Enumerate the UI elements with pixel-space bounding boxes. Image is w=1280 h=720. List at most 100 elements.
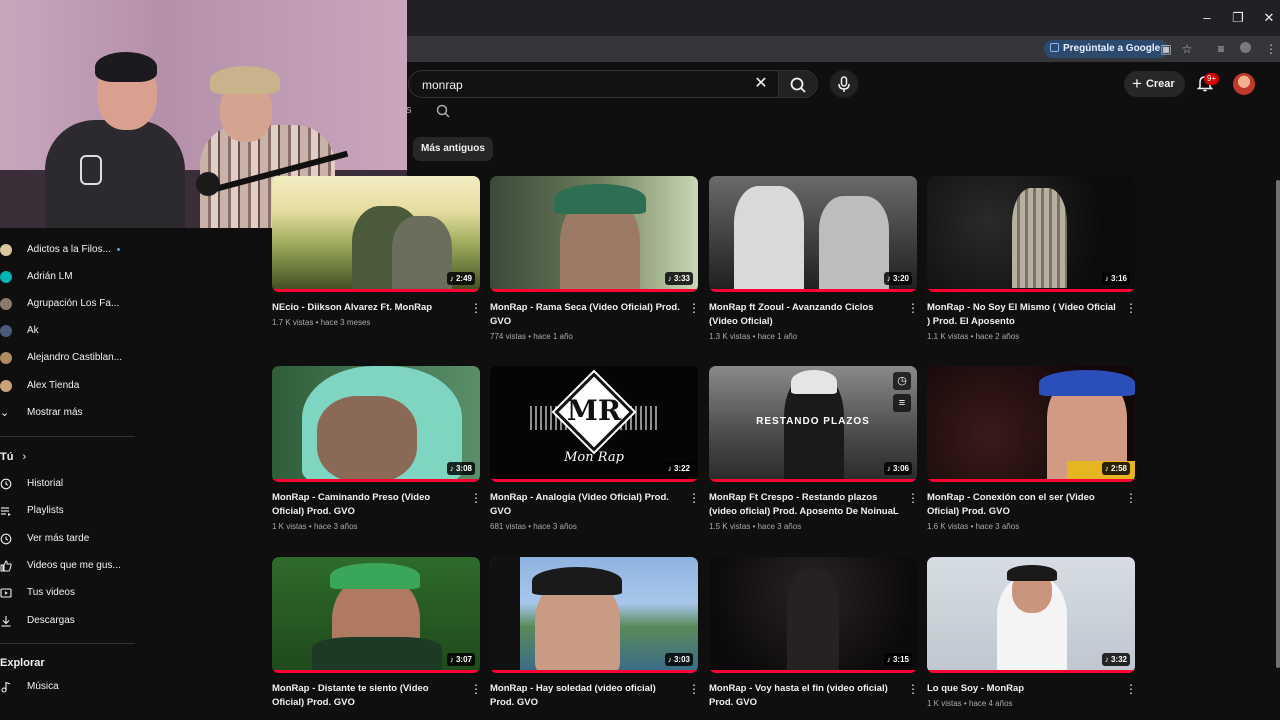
video-thumbnail[interactable]: ♪ 3:15 [709,557,917,673]
video-title[interactable]: MonRap ft Zooul - Avanzando Ciclos (Vide… [709,301,899,329]
sidebar-item-history[interactable]: Historial [0,470,135,497]
video-thumbnail[interactable]: RESTANDO PLAZOS ◷ ≡ ♪ 3:06 [709,366,917,482]
video-meta: 774 vistas • hace 1 año [490,332,573,341]
duration-badge: ♪ 2:58 [1101,462,1130,475]
sidebar-item-watch-later[interactable]: Ver más tarde [0,525,135,552]
video-card[interactable]: ♪ 3:20 MonRap ft Zooul - Avanzando Ciclo… [709,176,919,341]
more-options-icon[interactable]: ⋮ [1125,301,1137,315]
video-thumbnail[interactable]: ♪ 2:58 [927,366,1135,482]
sidebar-item-downloads[interactable]: Descargas [0,607,135,634]
sidebar-subscription[interactable]: Adrián LM [0,263,135,290]
video-meta: 681 vistas • hace 3 años [490,522,577,531]
sidebar-item-liked[interactable]: Videos que me gus... [0,552,135,579]
watch-later-icon[interactable]: ◷ [893,372,911,390]
sidebar-item-your-videos[interactable]: Tus videos [0,579,135,606]
video-thumbnail[interactable]: ♪ 3:32 [927,557,1135,673]
video-card[interactable]: ♪ 3:07 MonRap - Distante te siento (Vide… [272,557,482,710]
video-card[interactable]: ♪ 3:16 MonRap - No Soy El Mismo ( Video … [927,176,1137,341]
video-meta: 1 K vistas • hace 4 años [927,699,1013,708]
video-card[interactable]: ♪ 2:58 MonRap - Conexión con el ser (Vid… [927,366,1137,531]
video-title[interactable]: MonRap - Conexión con el ser (Video Ofic… [927,491,1117,519]
video-card[interactable]: ♪ 3:32 Lo que Soy - MonRap 1 K vistas • … [927,557,1137,708]
more-options-icon[interactable]: ⋮ [907,491,919,505]
add-to-queue-icon[interactable]: ≡ [893,394,911,412]
bookmark-star-icon[interactable]: ☆ [1178,40,1196,58]
video-card[interactable]: ♪ 2:49 NEcio - Diikson Alvarez Ft. MonRa… [272,176,482,327]
restore-icon[interactable]: ❐ [1230,10,1246,26]
video-thumbnail[interactable]: ♪ 3:20 [709,176,917,292]
sidebar-item-label: Ver más tarde [27,533,90,544]
sidebar-subscription[interactable]: Agrupación Los Fa... [0,290,135,317]
watched-progress-bar [927,289,1135,292]
create-label: Crear [1145,78,1175,90]
video-thumbnail[interactable]: ♪ 3:03 [490,557,698,673]
more-options-icon[interactable]: ⋮ [688,682,700,696]
more-options-icon[interactable]: ⋮ [470,682,482,696]
video-title[interactable]: Lo que Soy - MonRap [927,682,1117,696]
video-card[interactable]: ♪ 3:08 MonRap - Caminando Preso (Video O… [272,366,482,531]
video-title[interactable]: MonRap - Analogía (Video Oficial) Prod. … [490,491,680,519]
channel-search-icon[interactable] [434,102,452,120]
channel-avatar [0,270,12,283]
video-thumbnail[interactable]: ♪ 3:07 [272,557,480,673]
menu-dots-icon[interactable]: ⋮ [1262,40,1280,58]
video-title[interactable]: MonRap - Hay soledad (video oficial) Pro… [490,682,680,710]
video-card[interactable]: ♪ 3:33 MonRap - Rama Seca (Video Oficial… [490,176,700,341]
more-options-icon[interactable]: ⋮ [1125,682,1137,696]
duration-badge: ♪ 2:49 [446,272,475,285]
channel-avatar [0,243,12,256]
video-card[interactable]: ♪ 3:03 MonRap - Hay soledad (video ofici… [490,557,700,710]
create-button[interactable]: + Crear [1124,71,1185,97]
watched-progress-bar [490,670,698,673]
video-title[interactable]: MonRap - Rama Seca (Video Oficial) Prod.… [490,301,680,329]
you-section-heading[interactable]: Tú › [0,451,26,463]
close-window-icon[interactable]: ✕ [1261,10,1277,26]
explore-section-heading: Explorar [0,657,45,669]
video-thumbnail[interactable]: ♪ 3:33 [490,176,698,292]
sidebar-subscription[interactable]: Alejandro Castiblan... [0,344,135,371]
video-thumbnail[interactable]: ♪ 2:49 [272,176,480,292]
chip-oldest[interactable]: Más antiguos [413,137,493,161]
sidebar-subscription[interactable]: Alex Tienda [0,372,135,399]
more-options-icon[interactable]: ⋮ [688,491,700,505]
more-options-icon[interactable]: ⋮ [470,491,482,505]
video-title[interactable]: MonRap Ft Crespo - Restando plazos (vide… [709,491,899,519]
clear-search-icon[interactable]: ✕ [752,75,770,93]
video-card[interactable]: MR Mon Rap ♪ 3:22 MonRap - Analogía (Vid… [490,366,700,531]
video-title[interactable]: MonRap - Caminando Preso (Video Oficial)… [272,491,462,519]
search-input[interactable] [422,76,742,94]
more-options-icon[interactable]: ⋮ [907,682,919,696]
video-title[interactable]: MonRap - Distante te siento (Video Ofici… [272,682,462,710]
video-card[interactable]: RESTANDO PLAZOS ◷ ≡ ♪ 3:06 MonRap Ft Cre… [709,366,919,531]
search-button[interactable] [778,70,818,98]
sidebar-item-playlists[interactable]: Playlists [0,497,135,524]
more-options-icon[interactable]: ⋮ [470,301,482,315]
sidebar-item-label: Alex Tienda [27,380,80,391]
video-card[interactable]: ♪ 3:15 MonRap - Voy hasta el fin (video … [709,557,919,710]
channel-avatar [0,297,12,310]
minimize-icon[interactable]: – [1199,10,1215,26]
video-thumbnail[interactable]: ♪ 3:16 [927,176,1135,292]
more-options-icon[interactable]: ⋮ [688,301,700,315]
sidebar-subscription[interactable]: Adictos a la Filos... [0,236,135,263]
sidebar-subscription[interactable]: Ak [0,317,135,344]
voice-search-button[interactable] [830,70,858,98]
search-box[interactable]: ✕ [408,70,778,98]
video-title[interactable]: MonRap - No Soy El Mismo ( Video Oficial… [927,301,1117,329]
ask-google-button[interactable]: Pregúntale a Google [1044,40,1169,58]
account-avatar[interactable] [1233,73,1255,95]
video-title[interactable]: NEcio - Diikson Alvarez Ft. MonRap [272,301,462,315]
video-title[interactable]: MonRap - Voy hasta el fin (video oficial… [709,682,899,710]
sidebar-divider [0,436,135,437]
profile-icon[interactable] [1236,40,1254,58]
sidebar-item-music[interactable]: Música [0,673,135,700]
reading-list-icon[interactable]: ≡ [1212,40,1230,58]
video-thumbnail[interactable]: MR Mon Rap ♪ 3:22 [490,366,698,482]
more-options-icon[interactable]: ⋮ [1125,491,1137,505]
cast-icon[interactable]: ▣ [1157,40,1175,58]
show-more-button[interactable]: ⌄ Mostrar más [0,399,135,426]
page-scrollbar[interactable] [1276,180,1280,668]
more-options-icon[interactable]: ⋮ [907,301,919,315]
video-thumbnail[interactable]: ♪ 3:08 [272,366,480,482]
video-meta: 1 K vistas • hace 3 años [272,522,358,531]
